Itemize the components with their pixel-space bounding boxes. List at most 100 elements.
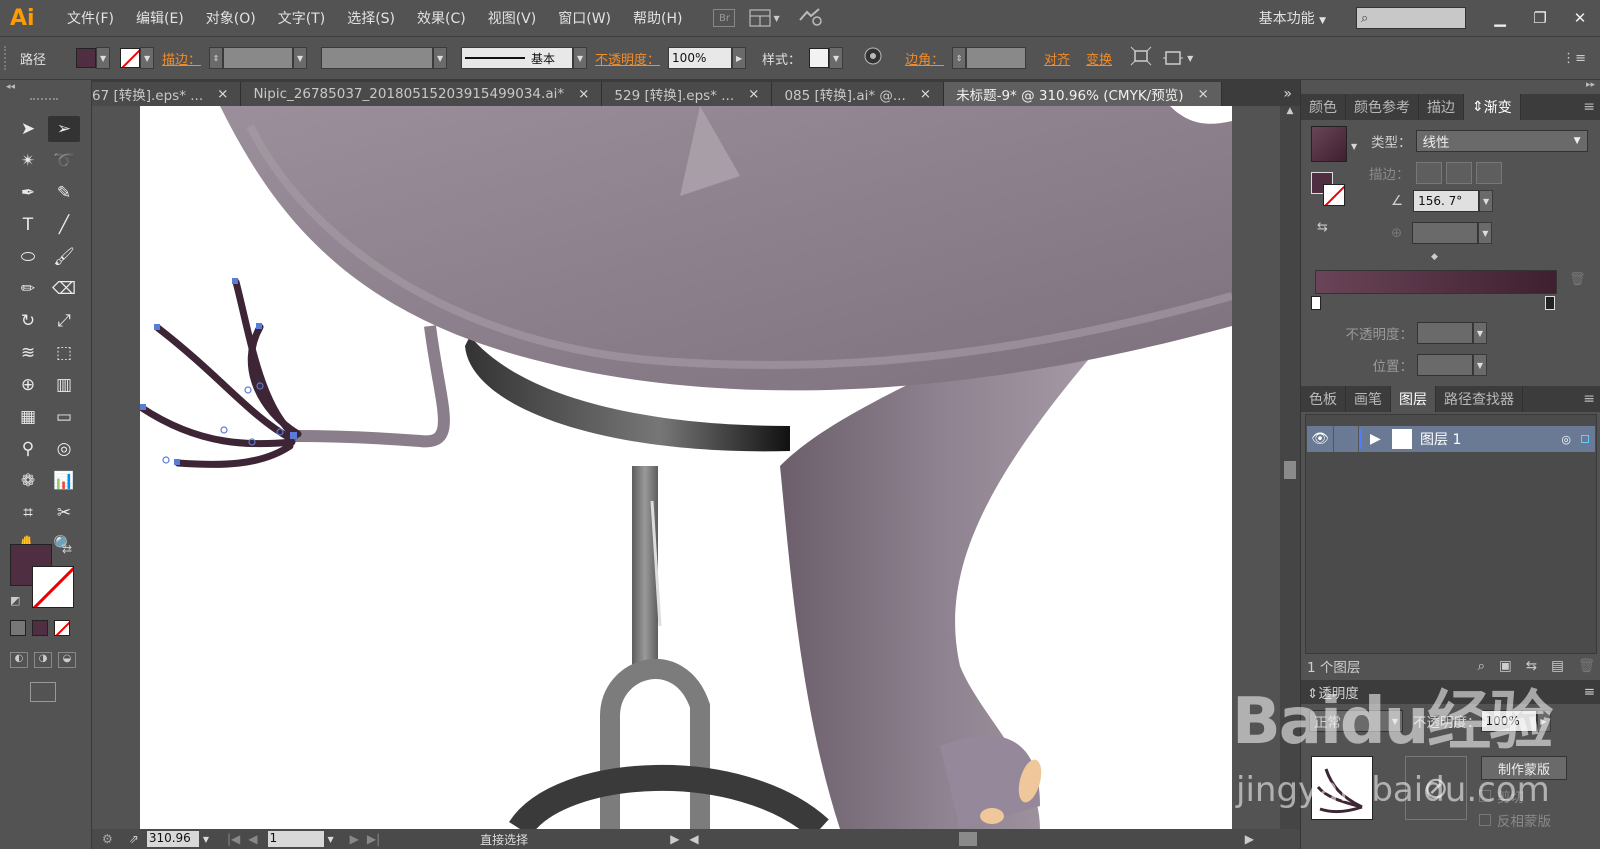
brush-dropdown[interactable]: ▼ [573, 47, 588, 69]
ellipse-tool-icon[interactable]: ⬭ [12, 244, 44, 270]
angle-dropdown[interactable]: ▼ [1479, 190, 1494, 212]
eyedropper-tool-icon[interactable]: ⚲ [12, 436, 44, 462]
opacity-field[interactable]: 100% [668, 47, 733, 69]
visibility-eye-icon[interactable]: 👁 [1307, 431, 1333, 447]
status-menu-icon[interactable]: ▶ [670, 832, 679, 846]
line-tool-icon[interactable]: ╱ [48, 212, 80, 238]
tab-document-1[interactable]: 67 [转换].eps* ... × [92, 82, 242, 106]
stroke-weight-dropdown[interactable]: ▼ [293, 47, 308, 69]
opacity-flyout[interactable]: ▶ [732, 47, 747, 69]
slice-tool-icon[interactable]: ✂ [48, 500, 80, 526]
curvature-tool-icon[interactable]: ✎ [48, 180, 80, 206]
corner-panel-link[interactable]: 边角： [905, 49, 944, 68]
eraser-tool-icon[interactable]: ⌫ [48, 276, 80, 302]
variable-width-profile[interactable] [321, 47, 434, 69]
color-mode-icon[interactable] [10, 620, 26, 636]
scroll-right-icon[interactable]: ▶ [1245, 832, 1254, 846]
tab-overflow-icon[interactable]: » [1275, 86, 1300, 106]
swap-fill-stroke-icon[interactable]: ⇄ [62, 542, 72, 556]
tab-document-active[interactable]: 未标题-9* @ 310.96% (CMYK/预览) × [944, 82, 1222, 106]
corner-radius-field[interactable] [966, 47, 1027, 69]
delete-layer-icon[interactable]: 🗑 [1578, 658, 1595, 674]
menu-edit[interactable]: 编辑(E) [125, 8, 195, 28]
gradient-mode-icon[interactable] [32, 620, 48, 636]
artboard[interactable] [140, 106, 1232, 829]
panel-dock-collapse-icon[interactable]: ▸▸ [1586, 80, 1595, 90]
next-artboard-icon[interactable]: ▶ [350, 832, 359, 846]
vertical-scroll-thumb[interactable] [1284, 461, 1296, 479]
paintbrush-tool-icon[interactable]: 🖌 [48, 244, 80, 270]
control-bar-grip[interactable] [4, 46, 10, 70]
fill-dropdown[interactable]: ▼ [96, 47, 111, 69]
tab-document-2[interactable]: Nipic_26785037_20180515203915499034.ai* × [241, 82, 603, 106]
stroke-dropdown[interactable]: ▼ [140, 47, 155, 69]
brush-definition[interactable]: 基本 [461, 47, 574, 69]
pencil-tool-icon[interactable]: ✏ [12, 276, 44, 302]
default-colors-icon[interactable]: ◩ [10, 594, 20, 607]
artboard-tool-icon[interactable]: ⌗ [12, 500, 44, 526]
menu-type[interactable]: 文字(T) [267, 8, 336, 28]
lock-toggle[interactable] [1333, 426, 1359, 452]
direct-selection-tool-icon[interactable]: ➢ [48, 116, 80, 142]
invert-mask-checkbox[interactable] [1479, 814, 1491, 826]
tab-brushes[interactable]: 画笔 [1346, 386, 1391, 412]
tab-close-icon[interactable]: × [1197, 86, 1208, 102]
scroll-left-icon[interactable]: ◀ [689, 832, 698, 846]
control-panel-menu-icon[interactable]: ⋮≡ [1562, 51, 1586, 66]
stroke-across-icon[interactable] [1475, 162, 1502, 184]
symbol-sprayer-tool-icon[interactable]: ❁ [12, 468, 44, 494]
first-artboard-icon[interactable]: |◀ [227, 832, 240, 846]
gradient-fill-stroke-swatch[interactable] [1311, 172, 1347, 208]
tab-color[interactable]: 颜色 [1301, 94, 1346, 120]
minimize-button[interactable]: ▁ [1480, 9, 1520, 27]
workspace-switcher[interactable]: 基本功能 ▼ [1259, 8, 1326, 28]
menu-file[interactable]: 文件(F) [56, 8, 125, 28]
tab-stroke[interactable]: 描边 [1419, 94, 1464, 120]
graphic-style-dropdown[interactable]: ▼ [829, 47, 844, 69]
layer-row-1[interactable]: 👁 ▶ 图层 1 ◎ [1307, 426, 1595, 452]
selection-tool-icon[interactable]: ➤ [12, 116, 44, 142]
artwork-illustration[interactable] [140, 106, 1232, 829]
tab-close-icon[interactable]: × [920, 86, 931, 102]
menu-effect[interactable]: 效果(C) [406, 8, 477, 28]
blend-tool-icon[interactable]: ◎ [48, 436, 80, 462]
tab-document-4[interactable]: 085 [转换].ai* @... × [772, 82, 945, 106]
bridge-icon[interactable]: Br [713, 9, 736, 27]
tab-color-guide[interactable]: 颜色参考 [1346, 94, 1419, 120]
corner-stepper[interactable]: ⇕ [952, 47, 967, 69]
layer-name[interactable]: 图层 1 [1420, 429, 1461, 449]
recolor-artwork-icon[interactable] [863, 46, 883, 70]
stroke-along-icon[interactable] [1445, 162, 1472, 184]
gradient-stop-end[interactable] [1545, 296, 1555, 310]
tab-layers[interactable]: 图层 [1391, 386, 1436, 412]
lasso-tool-icon[interactable]: ➰ [48, 148, 80, 174]
tab-close-icon[interactable]: × [748, 86, 759, 102]
width-tool-icon[interactable]: ≋ [12, 340, 44, 366]
artboard-number-field[interactable]: 1 [267, 831, 324, 847]
gradient-angle-field[interactable]: 156. 7° [1413, 190, 1480, 212]
stop-location-dropdown[interactable]: ▼ [1473, 354, 1487, 376]
type-tool-icon[interactable]: T [12, 212, 44, 238]
prev-artboard-icon[interactable]: ◀ [248, 832, 257, 846]
scale-tool-icon[interactable]: ⤢ [48, 308, 80, 334]
last-artboard-icon[interactable]: ▶| [367, 832, 380, 846]
new-layer-icon[interactable]: ▤ [1551, 658, 1564, 674]
graph-tool-icon[interactable]: ▥ [48, 372, 80, 398]
transform-options-icon[interactable]: ▼ [1162, 48, 1193, 68]
status-options-icon[interactable]: ⚙ [102, 832, 113, 846]
menu-view[interactable]: 视图(V) [477, 8, 548, 28]
shape-builder-tool-icon[interactable]: ⊕ [12, 372, 44, 398]
reverse-gradient-icon[interactable]: ⇆ [1317, 220, 1328, 235]
layers-panel-menu-icon[interactable]: ≡ [1583, 391, 1595, 407]
sync-settings-icon[interactable] [797, 6, 823, 30]
stroke-color-swatch[interactable] [32, 566, 74, 608]
stop-opacity-dropdown[interactable]: ▼ [1473, 322, 1487, 344]
stop-opacity-field[interactable] [1417, 322, 1473, 344]
aspect-dropdown[interactable]: ▼ [1478, 222, 1493, 244]
share-icon[interactable]: ⇗ [129, 832, 139, 846]
transparency-panel-menu-icon[interactable]: ≡ [1584, 684, 1595, 700]
fill-swatch[interactable] [76, 48, 97, 68]
stroke-panel-link[interactable]: 描边： [162, 49, 201, 68]
tab-pathfinder[interactable]: 路径查找器 [1436, 386, 1523, 412]
expand-layer-icon[interactable]: ▶ [1370, 431, 1384, 447]
